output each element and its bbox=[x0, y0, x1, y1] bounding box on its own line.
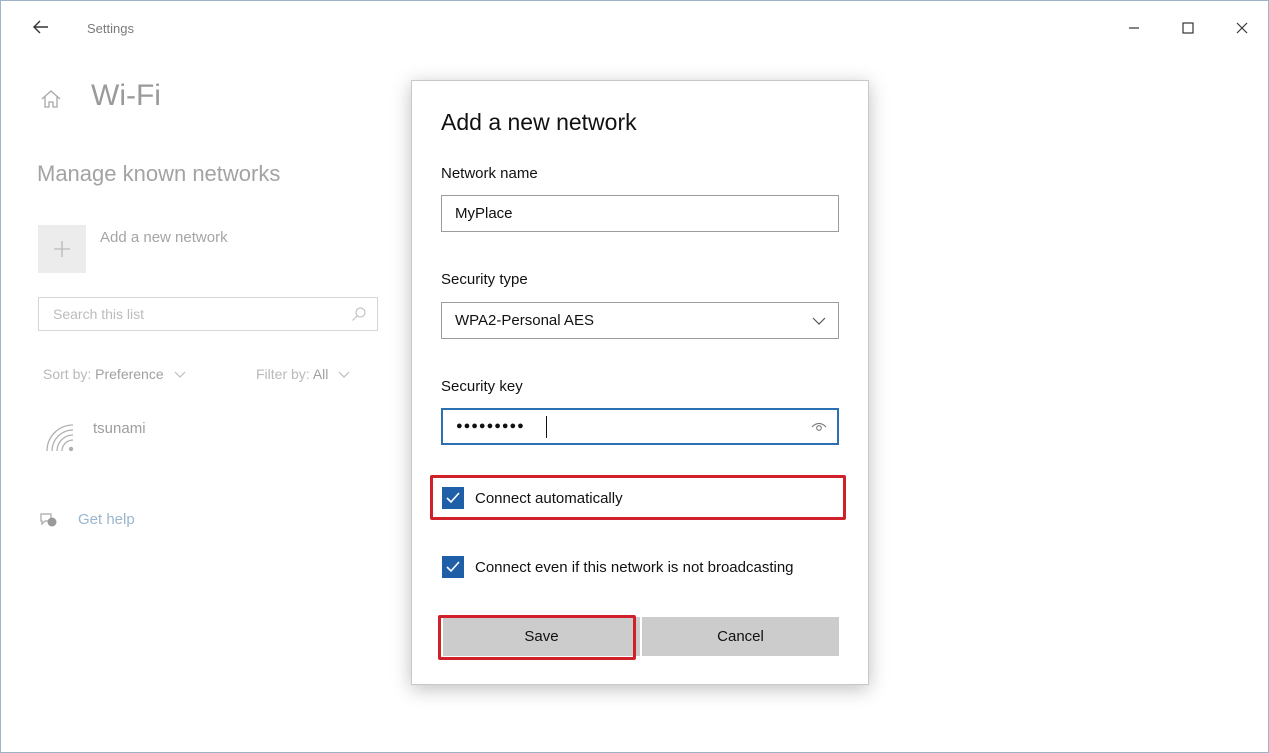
add-network-dialog: Add a new network Network name Security … bbox=[411, 80, 869, 685]
highlight-box-connect-automatically bbox=[430, 475, 846, 520]
security-key-masked-value: ●●●●●●●●● bbox=[456, 420, 525, 432]
close-icon bbox=[1236, 22, 1248, 34]
back-button[interactable] bbox=[29, 15, 53, 39]
connect-hidden-label: Connect even if this network is not broa… bbox=[475, 558, 794, 576]
title-bar: Settings bbox=[1, 1, 1268, 57]
page-title: Wi-Fi bbox=[91, 79, 161, 112]
security-type-label: Security type bbox=[441, 271, 528, 288]
back-arrow-icon bbox=[33, 20, 48, 34]
connect-hidden-option[interactable]: Connect even if this network is not broa… bbox=[442, 556, 794, 578]
minimize-icon bbox=[1129, 27, 1139, 29]
security-key-label: Security key bbox=[441, 378, 523, 395]
chevron-down-icon bbox=[812, 317, 826, 325]
highlight-box-save bbox=[438, 615, 636, 660]
reveal-password-eye-icon[interactable] bbox=[811, 421, 827, 433]
add-network-tile[interactable] bbox=[38, 225, 86, 273]
close-button[interactable] bbox=[1227, 13, 1257, 43]
network-name-input[interactable] bbox=[442, 196, 782, 231]
add-network-label[interactable]: Add a new network bbox=[100, 229, 228, 246]
search-input[interactable] bbox=[39, 298, 353, 330]
help-chat-icon bbox=[40, 513, 57, 527]
maximize-icon bbox=[1182, 22, 1194, 34]
app-title: Settings bbox=[87, 21, 134, 36]
text-caret bbox=[546, 416, 547, 438]
sort-value: Preference bbox=[95, 366, 164, 382]
filter-value: All bbox=[312, 366, 329, 382]
network-name-field bbox=[441, 195, 839, 232]
search-box bbox=[38, 297, 378, 331]
network-name-label: Network name bbox=[441, 165, 538, 182]
security-type-select[interactable]: WPA2-Personal AES bbox=[441, 302, 839, 339]
minimize-button[interactable] bbox=[1119, 13, 1149, 43]
section-title: Manage known networks bbox=[37, 161, 281, 186]
left-pane: Wi-Fi Manage known networks Add a new ne… bbox=[1, 57, 411, 752]
filter-dropdown[interactable]: Filter by: All bbox=[256, 366, 350, 382]
filter-label: Filter by: bbox=[256, 366, 310, 382]
home-icon[interactable] bbox=[39, 87, 63, 111]
connect-hidden-checkbox[interactable] bbox=[442, 556, 464, 578]
dialog-title: Add a new network bbox=[441, 109, 637, 135]
network-list-item[interactable]: tsunami bbox=[93, 420, 146, 437]
sort-label: Sort by: bbox=[43, 366, 92, 382]
search-icon[interactable] bbox=[351, 306, 367, 322]
chevron-down-icon bbox=[174, 371, 185, 379]
cancel-button[interactable]: Cancel bbox=[642, 617, 839, 656]
maximize-button[interactable] bbox=[1173, 13, 1203, 43]
sort-dropdown[interactable]: Sort by: Preference bbox=[43, 366, 186, 382]
wifi-icon bbox=[46, 424, 74, 452]
get-help-link[interactable]: Get help bbox=[78, 511, 135, 528]
chevron-down-icon bbox=[338, 371, 350, 379]
security-key-field[interactable]: ●●●●●●●●● bbox=[441, 408, 839, 445]
security-type-value: WPA2-Personal AES bbox=[455, 312, 594, 329]
checkmark-icon bbox=[446, 561, 460, 573]
settings-window: Settings Wi-Fi Manage known networks Add… bbox=[0, 0, 1269, 753]
plus-icon bbox=[54, 241, 70, 257]
